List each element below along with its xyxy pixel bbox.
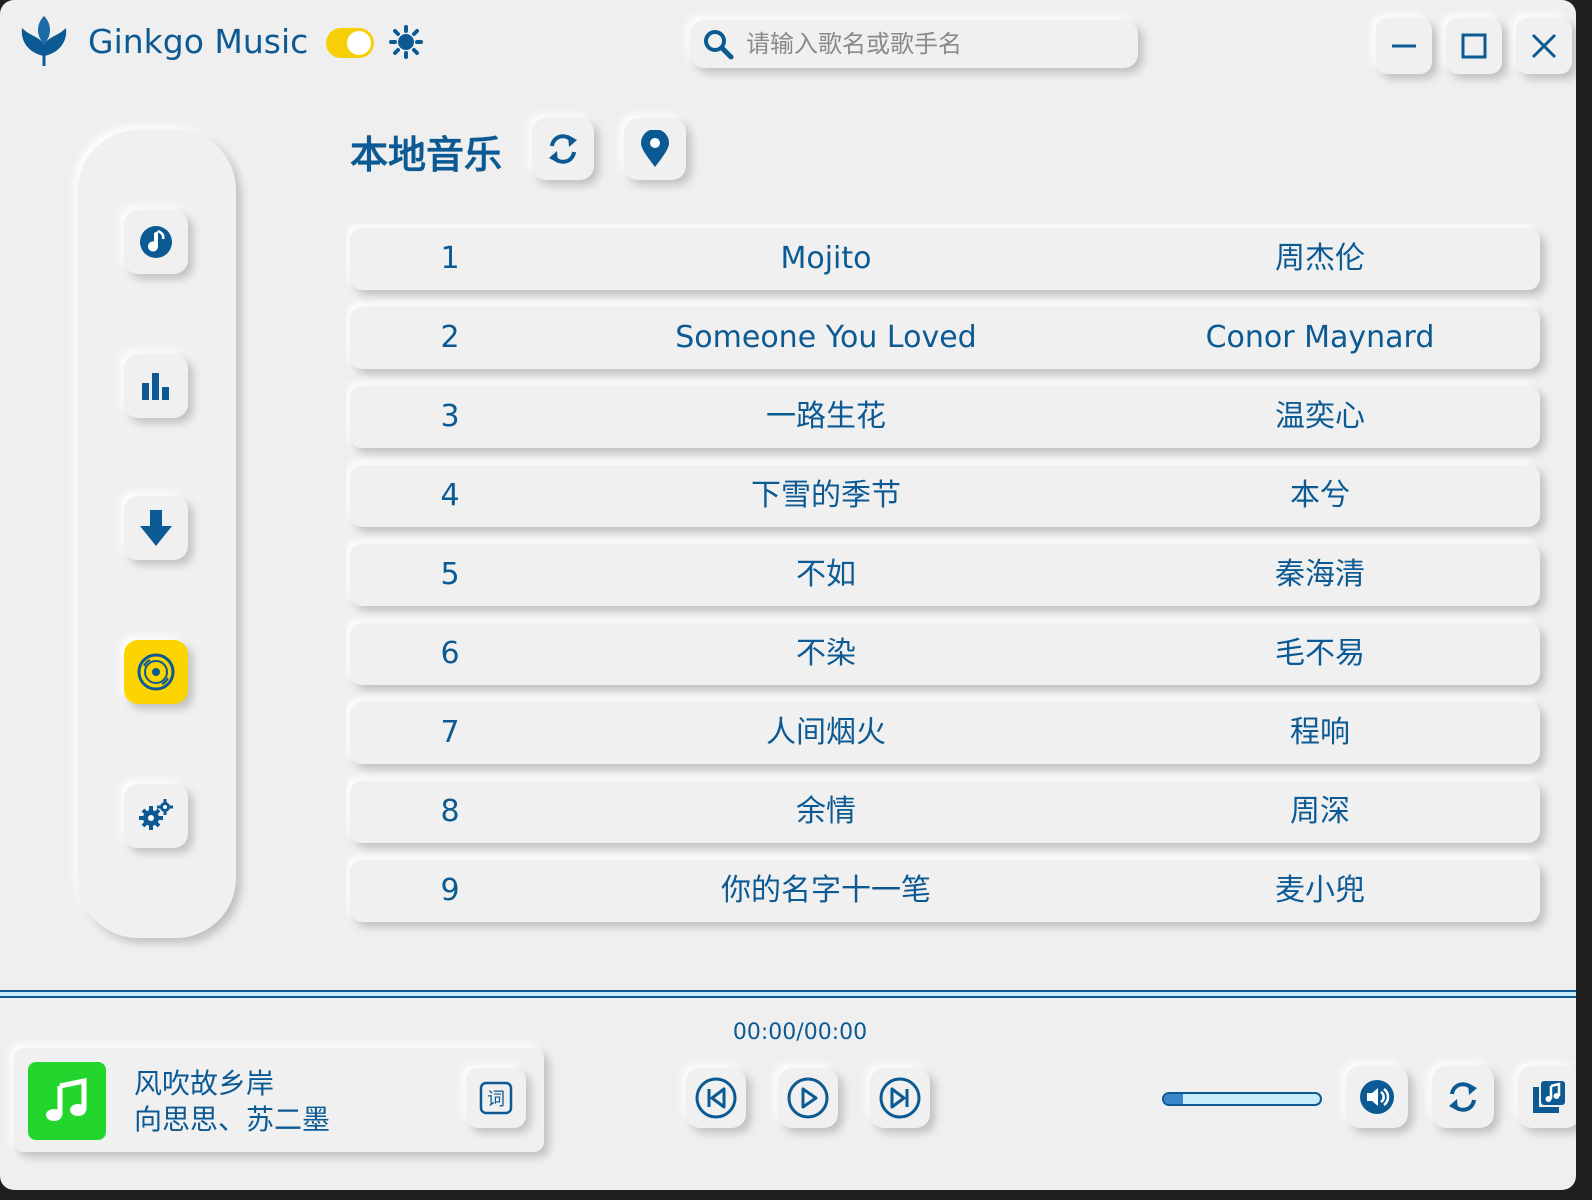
disc-icon [137, 653, 175, 691]
volume-slider[interactable] [1162, 1092, 1322, 1106]
song-title: 一路生花 [766, 399, 886, 434]
close-icon [1531, 33, 1557, 59]
maximize-icon [1461, 33, 1487, 59]
song-index: 1 [440, 241, 460, 276]
song-artist: 毛不易 [1275, 636, 1365, 671]
repeat-icon [1449, 1082, 1477, 1112]
song-index: 6 [440, 636, 460, 671]
song-index: 3 [440, 399, 460, 434]
playback-progress-bar[interactable] [0, 990, 1576, 998]
download-icon [140, 510, 172, 546]
song-artist: Conor Maynard [1205, 320, 1435, 355]
song-index: 7 [440, 715, 460, 750]
minimize-button[interactable] [1376, 18, 1432, 74]
song-title: 不如 [796, 557, 856, 592]
repeat-button[interactable] [1432, 1066, 1494, 1128]
song-title: 人间烟火 [766, 715, 886, 750]
song-title: 余情 [796, 794, 856, 829]
playlist-button[interactable] [1518, 1066, 1576, 1128]
minimize-icon [1392, 44, 1416, 48]
music-note-icon [46, 1078, 87, 1121]
location-pin-icon [641, 130, 669, 167]
play-icon [787, 1077, 829, 1119]
song-row[interactable]: 2 Someone You Loved Conor Maynard [350, 307, 1540, 369]
maximize-button[interactable] [1446, 18, 1502, 74]
search-input[interactable] [744, 29, 1128, 59]
song-row[interactable]: 6 不染 毛不易 [350, 623, 1540, 685]
location-button[interactable] [624, 118, 686, 180]
refresh-icon [549, 134, 577, 164]
refresh-button[interactable] [532, 118, 594, 180]
sidebar-item-download[interactable] [124, 496, 188, 560]
gears-icon [139, 799, 173, 830]
previous-button[interactable] [686, 1068, 746, 1128]
previous-icon [695, 1077, 737, 1119]
lyrics-button[interactable]: 词 [466, 1068, 526, 1128]
playlist-icon [1533, 1081, 1565, 1113]
lyrics-icon: 词 [479, 1081, 513, 1115]
close-button[interactable] [1516, 18, 1572, 74]
search-icon [704, 30, 734, 60]
toggle-knob [347, 31, 371, 55]
app-window: Ginkgo Music 请输入歌名或歌手名 本地音乐 1 Mojito 周杰伦… [0, 0, 1576, 1190]
song-row[interactable]: 3 一路生花 温奕心 [350, 386, 1540, 448]
song-artist: 周杰伦 [1275, 241, 1365, 276]
song-title: 你的名字十一笔 [721, 873, 931, 908]
volume-button[interactable] [1346, 1066, 1408, 1128]
song-row[interactable]: 9 你的名字十一笔 麦小兜 [350, 860, 1540, 922]
song-row[interactable]: 4 下雪的季节 本兮 [350, 465, 1540, 527]
song-row[interactable]: 5 不如 秦海清 [350, 544, 1540, 606]
svg-text:词: 词 [487, 1089, 505, 1110]
sidebar-item-charts[interactable] [124, 354, 188, 418]
search-box[interactable] [690, 20, 1138, 68]
song-title: Mojito [780, 241, 872, 276]
song-row[interactable]: 7 人间烟火 程响 [350, 702, 1540, 764]
sidebar-item-music[interactable] [124, 210, 188, 274]
song-artist: 秦海清 [1275, 557, 1365, 592]
song-title: 不染 [796, 636, 856, 671]
song-index: 2 [440, 320, 460, 355]
page-title: 本地音乐 [350, 133, 503, 177]
song-index: 5 [440, 557, 460, 592]
theme-toggle[interactable] [326, 28, 374, 58]
song-artist: 程响 [1290, 715, 1350, 750]
volume-level [1164, 1094, 1183, 1104]
song-index: 8 [440, 794, 460, 829]
now-playing-title: 风吹故乡岸 [134, 1067, 275, 1100]
song-artist: 麦小兜 [1275, 873, 1365, 908]
sidebar-item-local-music[interactable] [124, 640, 188, 704]
song-index: 9 [440, 873, 460, 908]
album-cover[interactable] [28, 1062, 106, 1140]
bar-chart-icon [142, 373, 169, 400]
song-title: Someone You Loved [675, 320, 977, 355]
ginkgo-leaf-logo [21, 16, 67, 66]
app-title: Ginkgo Music [88, 22, 309, 61]
volume-icon [1360, 1080, 1394, 1114]
song-artist: 周深 [1290, 794, 1350, 829]
now-playing-artist: 向思思、苏二墨 [134, 1103, 331, 1136]
song-title: 下雪的季节 [751, 478, 901, 513]
now-playing-card: 风吹故乡岸 向思思、苏二墨 词 [14, 1048, 544, 1152]
sidebar-item-settings[interactable] [124, 784, 188, 848]
playback-time: 00:00/00:00 [732, 1020, 868, 1045]
play-button[interactable] [778, 1068, 838, 1128]
sidebar [78, 130, 236, 938]
song-row[interactable]: 1 Mojito 周杰伦 [350, 228, 1540, 290]
song-artist: 本兮 [1290, 478, 1350, 513]
song-row[interactable]: 8 余情 周深 [350, 781, 1540, 843]
music-note-icon [140, 226, 172, 258]
next-button[interactable] [870, 1068, 930, 1128]
sun-icon[interactable] [388, 24, 424, 60]
song-index: 4 [440, 478, 460, 513]
song-list: 1 Mojito 周杰伦 2 Someone You Loved Conor M… [346, 224, 1565, 938]
song-artist: 温奕心 [1275, 399, 1365, 434]
next-icon [879, 1077, 921, 1119]
